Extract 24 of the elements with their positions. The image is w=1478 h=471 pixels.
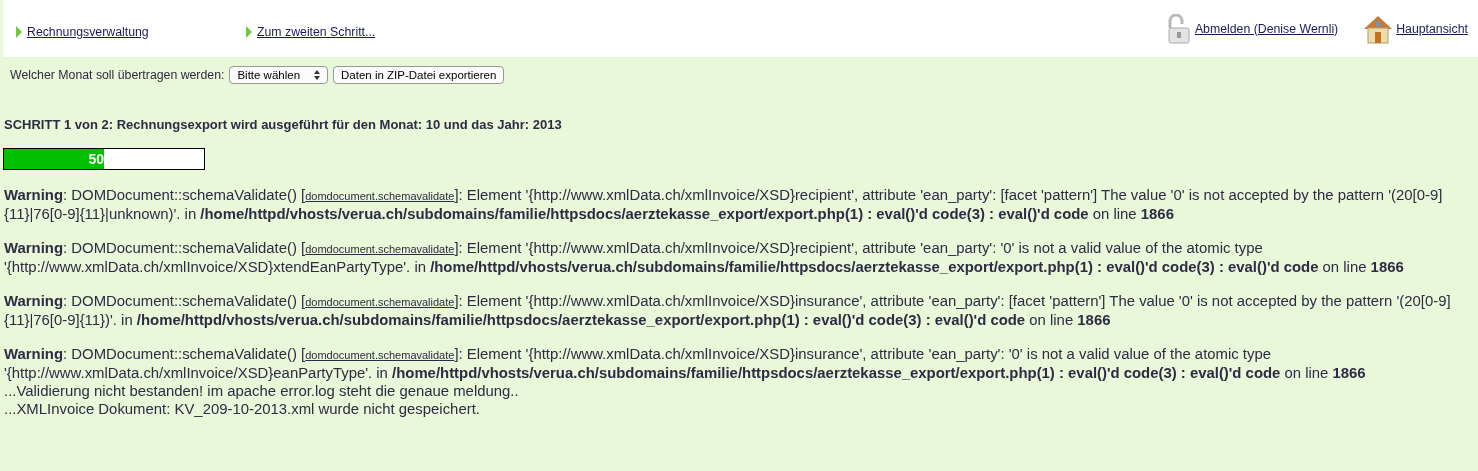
nav-link[interactable]: Rechnungsverwaltung [27,24,149,39]
status-message: ...XMLInvoice Dokument: KV_209-10-2013.xml wurde nicht gespeichert. [4,400,481,418]
doc-link[interactable]: domdocument.schemavalidate [305,296,455,308]
status-message: ...Validierung nicht bestanden! im apache error.log steht die genaue meldung.. [4,382,520,400]
step-heading: SCHRITT 1 von 2: Rechnungsexport wird ausgeführt für den Monat: 10 und das Jahr: 2013 [4,117,563,132]
month-dropdown[interactable]: Bitte wählen [229,66,329,84]
export-button[interactable]: Daten in ZIP-Datei exportieren [333,66,505,84]
nav-link[interactable]: Zum zweiten Schritt... [257,24,376,39]
arrow-icon [246,25,252,38]
doc-link[interactable]: domdocument.schemavalidate [305,190,455,202]
house-icon [1363,13,1394,44]
warning-message: Warning: DOMDocument::schemaValidate() [domdocument.schemavalidate]: Element '{http://www.xmlData.ch/xmlInvoice/XSD}recipient', attribute 'ean_party': '0' is not a valid value of the atomic type '{http://www.xmlData.ch/xmlInvoice/XSD}xtendEanPartyType'. in /home/httpd/vhosts/verua.ch/subdomains/familie/httpsdocs/aerztekasse_export/export.php(1) : eval()'d code(3) : eval()'d code on line 1866 [4,239,1405,276]
home-link[interactable]: Hauptansicht [1396,21,1468,36]
warning-message: Warning: DOMDocument::schemaValidate() [domdocument.schemavalidate]: Element '{http://www.xmlData.ch/xmlInvoice/XSD}insurance', attribute 'ean_party': [facet 'pattern'] The value '0' is not accepted by the pattern '(20[0-9]{11}|76[0-9]{11})'. in /home/httpd/vhosts/verua.ch/subdomains/familie/httpsdocs/aerztekasse_export/export.php(1) : eval()'d code(3) : eval()'d code on line 1866 [4,292,1452,329]
month-label: Welcher Monat soll übertragen werden: [10,68,225,82]
logout-link[interactable]: Abmelden (Denise Wernli) [1194,21,1339,36]
updown-icon [314,70,321,80]
progress-reading: 50 [88,151,104,167]
doc-link[interactable]: domdocument.schemavalidate [305,243,455,255]
warning-message: Warning: DOMDocument::schemaValidate() [domdocument.schemavalidate]: Element '{http://www.xmlData.ch/xmlInvoice/XSD}recipient', attribute 'ean_party': [facet 'pattern'] The value '0' is not accepted by the pattern '(20[0-9]{11}|76[0-9]{11}|unknown)'. in /home/httpd/vhosts/verua.ch/subdomains/familie/httpsdocs/aerztekasse_export/export.php(1) : eval()'d code(3) : eval()'d code on line 1866 [4,186,1444,223]
arrow-icon [16,25,22,38]
padlock-icon [1165,13,1192,44]
warning-message: Warning: DOMDocument::schemaValidate() [domdocument.schemavalidate]: Element '{http://www.xmlData.ch/xmlInvoice/XSD}insurance', attribute 'ean_party': '0' is not a valid value of the atomic type '{http://www.xmlData.ch/xmlInvoice/XSD}eanPartyType'. in /home/httpd/vhosts/verua.ch/subdomains/familie/httpsdocs/aerztekasse_export/export.php(1) : eval()'d code(3) : eval()'d code on line 1866 [4,345,1367,382]
doc-link[interactable]: domdocument.schemavalidate [305,349,455,361]
